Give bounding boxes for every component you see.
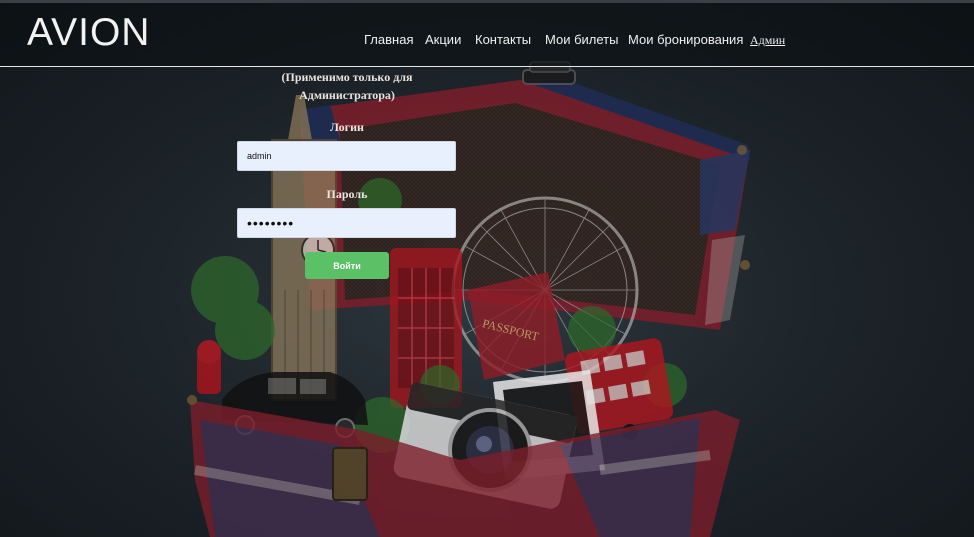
admin-note-line2: Администратора) — [299, 88, 395, 102]
fire-hydrant — [197, 340, 221, 394]
nav-home[interactable]: Главная — [364, 32, 413, 47]
login-button[interactable]: Войти — [305, 252, 389, 279]
header-divider — [0, 66, 974, 67]
nav-admin[interactable]: Админ — [750, 33, 785, 48]
background-illustration: PASSPORT — [0, 0, 974, 537]
main-nav: Главная Акции Контакты Мои билеты Мои бр… — [0, 32, 974, 52]
password-input[interactable] — [237, 208, 456, 238]
password-label: Пароль — [326, 187, 368, 201]
nav-my-bookings[interactable]: Мои бронирования — [628, 32, 743, 47]
nav-my-tickets[interactable]: Мои билеты — [545, 32, 618, 47]
admin-only-note: (Применимо только для Администратора) — [262, 68, 432, 104]
login-input[interactable] — [237, 141, 456, 171]
nav-contacts[interactable]: Контакты — [475, 32, 531, 47]
login-label: Логин — [330, 120, 364, 134]
nav-promotions[interactable]: Акции — [425, 32, 461, 47]
admin-note-line1: (Применимо только для — [281, 70, 413, 84]
